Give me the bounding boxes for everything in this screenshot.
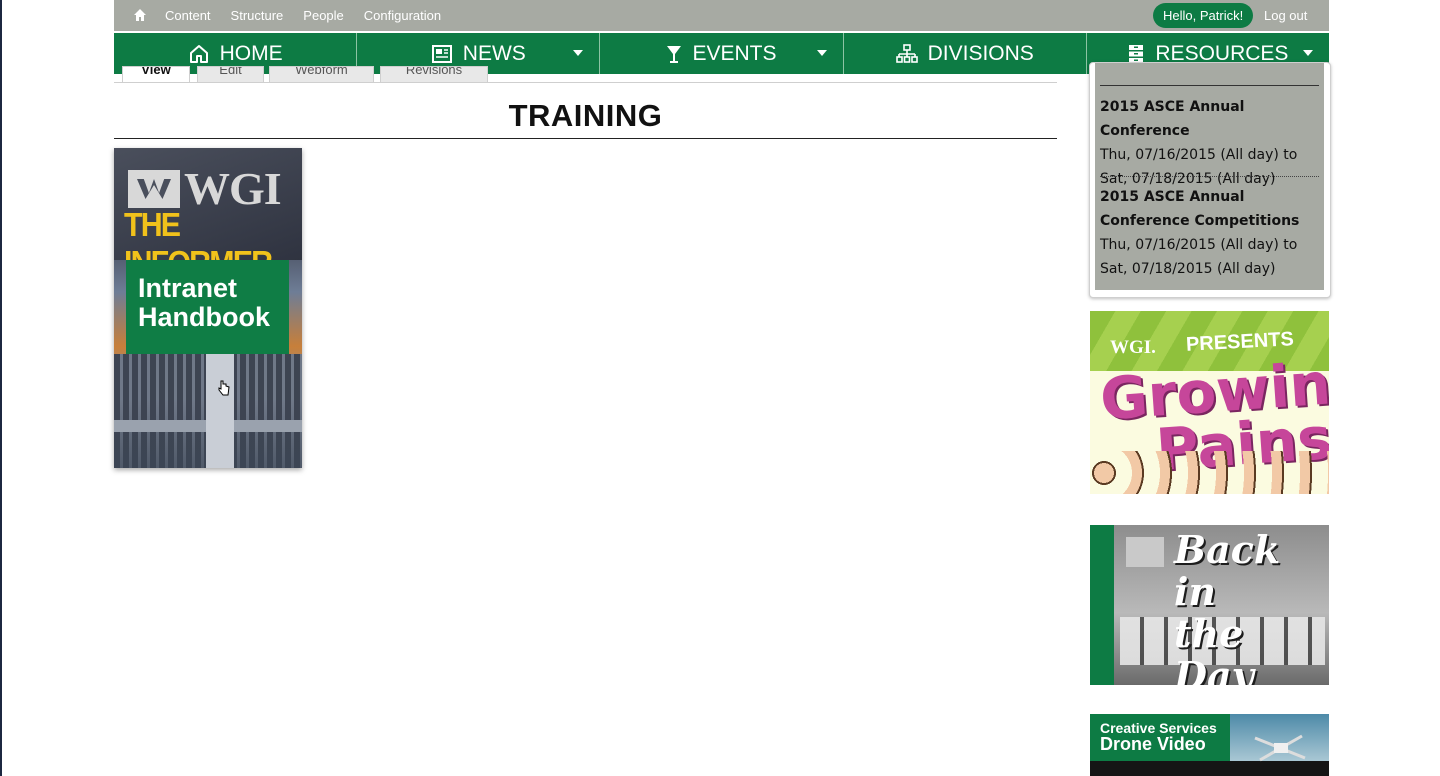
intranet-handbook-cover[interactable]: WGI THE INFORMER Intranet Handbook: [114, 148, 302, 468]
glass-icon: [667, 45, 682, 63]
event-dates: Thu, 07/16/2015 (All day) to Sat, 07/18/…: [1100, 237, 1298, 277]
nav-label-home: HOME: [219, 41, 283, 65]
user-greeting-button[interactable]: Hello, Patrick!: [1153, 3, 1254, 28]
event-title[interactable]: 2015 ASCE Annual Conference Competitions: [1100, 185, 1322, 233]
back-in-the-day-banner[interactable]: Back in the Day: [1090, 525, 1329, 685]
back-in-the-day-title: Back in the Day: [1174, 527, 1329, 686]
chevron-down-icon[interactable]: [816, 50, 827, 56]
nav-label-divisions: DIVISIONS: [927, 41, 1034, 65]
title-divider: [114, 138, 1057, 139]
sitemap-icon: [895, 43, 918, 63]
nav-label-news: NEWS: [462, 41, 526, 65]
tab-webform[interactable]: Webform: [269, 66, 374, 82]
admin-menu: Content Structure People Configuration: [165, 0, 441, 31]
events-panel: 2015 ASCE Annual Conference Thu, 07/16/2…: [1095, 63, 1324, 290]
admin-toolbar: Content Structure People Configuration H…: [114, 0, 1329, 31]
chevron-down-icon[interactable]: [1303, 50, 1314, 56]
wgi-logo-icon: [128, 170, 180, 208]
nav-label-events: EVENTS: [692, 41, 777, 65]
cover-title: Intranet Handbook: [138, 274, 270, 332]
back-title-line1: Back in: [1174, 527, 1281, 614]
page: Content Structure People Configuration H…: [114, 0, 1331, 776]
growing-pains-banner[interactable]: WGI. PRESENTS Growing Pains: [1090, 311, 1329, 494]
drone-banner-line2: Drone Video: [1100, 734, 1206, 754]
green-stripe: [1090, 525, 1114, 685]
newspaper-icon: [431, 44, 452, 63]
event-title[interactable]: 2015 ASCE Annual Conference: [1100, 95, 1322, 143]
tab-view[interactable]: View: [122, 66, 190, 82]
drone-video-banner[interactable]: Creative Services Drone Video: [1090, 714, 1329, 776]
admin-link-content[interactable]: Content: [165, 8, 211, 23]
events-divider: [1100, 85, 1319, 86]
cover-bridge-pillar: [206, 344, 234, 468]
admin-link-configuration[interactable]: Configuration: [364, 8, 441, 23]
event-dates: Thu, 07/16/2015 (All day) to Sat, 07/18/…: [1100, 147, 1298, 187]
logout-link[interactable]: Log out: [1264, 0, 1307, 31]
admin-link-people[interactable]: People: [303, 8, 343, 23]
home-icon: [189, 44, 208, 63]
cover-title-box: Intranet Handbook: [126, 260, 289, 354]
event-item[interactable]: 2015 ASCE Annual Conference Competitions…: [1100, 185, 1322, 281]
home-icon[interactable]: [132, 7, 148, 23]
local-tabs: View Edit Webform Revisions: [114, 66, 1057, 83]
tab-revisions[interactable]: Revisions: [380, 66, 488, 82]
upcoming-events-block: 2015 ASCE Annual Conference Thu, 07/16/2…: [1089, 62, 1331, 298]
cover-title-line1: Intranet: [138, 273, 238, 303]
chevron-down-icon[interactable]: [573, 50, 584, 56]
back-title-line2: the Day: [1174, 611, 1254, 686]
wgi-logo-icon: [1126, 537, 1164, 567]
event-separator: [1100, 176, 1319, 177]
tab-edit[interactable]: Edit: [197, 66, 264, 82]
window-edge: [0, 0, 2, 776]
cover-title-line2: Handbook: [138, 302, 270, 332]
page-title: TRAINING: [508, 98, 663, 133]
cartoon-faces-image: [1090, 451, 1329, 494]
admin-link-structure[interactable]: Structure: [231, 8, 284, 23]
archive-icon: [1129, 44, 1144, 63]
growing-brand: WGI.: [1110, 337, 1156, 358]
hand-cursor-icon: [218, 380, 230, 396]
drone-icon: [1254, 734, 1306, 762]
